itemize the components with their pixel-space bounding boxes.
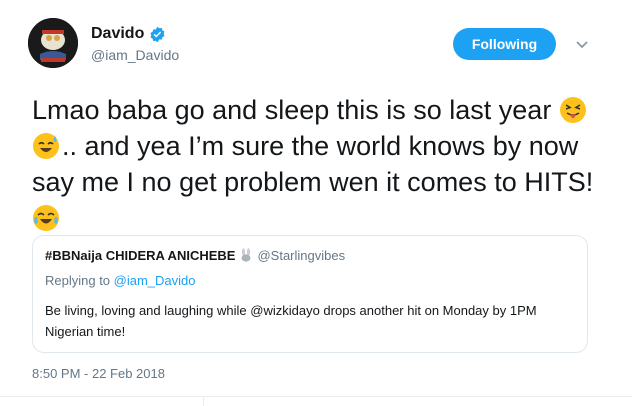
quoted-author-name: #BBNaija CHIDERA ANICHEBE xyxy=(45,248,236,263)
tears-of-joy-emoji-icon xyxy=(32,204,60,232)
chevron-down-icon[interactable] xyxy=(574,36,590,52)
avatar[interactable] xyxy=(28,18,78,68)
tweet-text: Lmao baba go and sleep this is so last y… xyxy=(32,92,612,236)
replying-to-prefix: Replying to xyxy=(45,273,114,288)
rabbit-icon xyxy=(239,248,253,262)
squinting-tongue-emoji-icon xyxy=(559,96,587,124)
quoted-tweet[interactable]: #BBNaija CHIDERA ANICHEBE @Starlingvibes… xyxy=(32,235,588,353)
sweat-smile-emoji-icon xyxy=(32,132,60,160)
author-name-row[interactable]: Davido xyxy=(91,25,166,43)
author-name[interactable]: Davido xyxy=(91,25,144,43)
author-handle[interactable]: @iam_Davido xyxy=(91,47,179,63)
following-button[interactable]: Following xyxy=(453,28,556,60)
replying-to: Replying to @iam_Davido xyxy=(45,273,196,288)
quoted-author-handle: @Starlingvibes xyxy=(257,248,346,263)
tweet-timestamp[interactable]: 8:50 PM - 22 Feb 2018 xyxy=(32,366,165,381)
divider xyxy=(0,396,632,397)
replying-to-link[interactable]: @iam_Davido xyxy=(114,273,196,288)
tweet-text-part1: Lmao baba go and sleep this is so last y… xyxy=(32,95,559,125)
divider xyxy=(203,397,204,406)
tweet-text-part2: .. and yea I’m sure the world knows by n… xyxy=(32,131,594,197)
verified-badge-icon xyxy=(149,26,166,43)
quoted-tweet-header: #BBNaija CHIDERA ANICHEBE @Starlingvibes xyxy=(45,248,345,263)
quoted-tweet-body: Be living, loving and laughing while @wi… xyxy=(45,303,537,339)
